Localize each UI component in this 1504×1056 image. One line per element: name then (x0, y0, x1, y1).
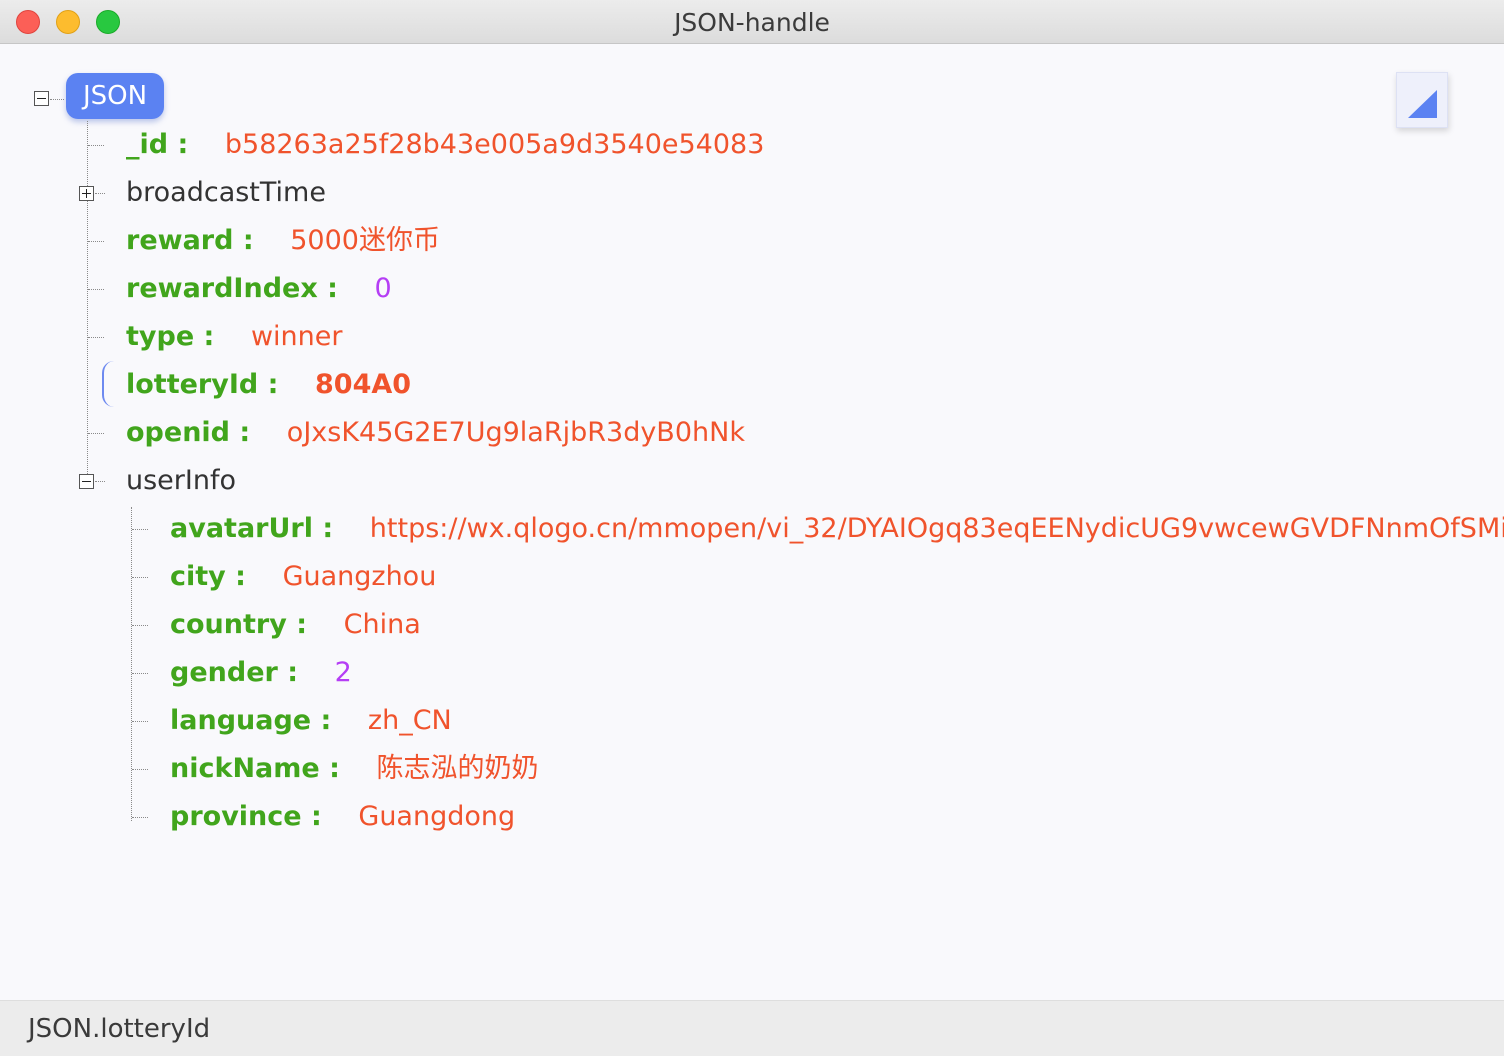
field-value: b58263a25f28b43e005a9d3540e54083 (224, 129, 765, 160)
tree-connector (88, 241, 104, 242)
field-value: Guangdong (358, 801, 516, 832)
tree-row-reward[interactable]: reward : 5000迷你币 (126, 221, 440, 261)
tree-row-openid[interactable]: openid : oJxsK45G2E7Ug9laRjbR3dyB0hNk (126, 413, 745, 453)
app-window: JSON-handle JSON _id : b58263a25f28b43e0… (0, 0, 1504, 1056)
tree-row-language[interactable]: language : zh_CN (170, 701, 452, 741)
field-value: 陈志泓的奶奶 (376, 753, 539, 784)
root-collapse-toggle[interactable] (34, 91, 49, 106)
field-key: city : (170, 561, 246, 592)
tree-row-province[interactable]: province : Guangdong (170, 797, 515, 837)
tree-connector (87, 121, 88, 482)
json-tree-view: JSON _id : b58263a25f28b43e005a9d3540e54… (0, 45, 1504, 1000)
tree-connector (132, 721, 148, 722)
selected-path: JSON.lotteryId (28, 1014, 211, 1044)
field-key: rewardIndex : (126, 273, 338, 304)
tree-connector (88, 289, 104, 290)
status-bar: JSON.lotteryId (0, 1000, 1504, 1056)
selection-indicator (102, 361, 116, 407)
field-key: nickName : (170, 753, 340, 784)
field-value: 0 (374, 273, 392, 304)
field-key: avatarUrl : (170, 513, 334, 544)
field-value: https://wx.qlogo.cn/mmopen/vi_32/DYAIOgq… (369, 513, 1504, 544)
tree-connector (132, 673, 148, 674)
tree-row-userinfo[interactable]: userInfo (126, 461, 236, 501)
userinfo-collapse-toggle[interactable] (79, 474, 94, 489)
field-value: 804A0 (315, 369, 412, 400)
tree-row-avatarurl[interactable]: avatarUrl : https://wx.qlogo.cn/mmopen/v… (170, 509, 1504, 549)
window-title: JSON-handle (674, 8, 830, 37)
field-key: lotteryId : (126, 369, 279, 400)
field-key: userInfo (126, 465, 236, 496)
tree-row-lotteryid-selected[interactable]: lotteryId : 804A0 (126, 365, 411, 405)
broadcasttime-expand-toggle[interactable] (79, 186, 94, 201)
field-key: reward : (126, 225, 254, 256)
field-value: oJxsK45G2E7Ug9laRjbR3dyB0hNk (286, 417, 745, 448)
tree-connector (95, 193, 105, 194)
tree-connector (132, 817, 148, 818)
field-value: Guangzhou (282, 561, 437, 592)
field-key: province : (170, 801, 322, 832)
tree-connector (88, 433, 104, 434)
tree-connector (132, 577, 148, 578)
collapse-corner-icon (1408, 90, 1437, 118)
tree-row-type[interactable]: type : winner (126, 317, 342, 357)
collapse-corner-button[interactable] (1396, 72, 1448, 128)
tree-row-nickname[interactable]: nickName : 陈志泓的奶奶 (170, 749, 539, 789)
tree-connector (95, 481, 105, 482)
field-value: 5000迷你币 (290, 225, 440, 256)
tree-row-rewardindex[interactable]: rewardIndex : 0 (126, 269, 392, 309)
field-key: broadcastTime (126, 177, 326, 208)
tree-connector (50, 99, 64, 100)
tree-connector (88, 337, 104, 338)
field-value: zh_CN (367, 705, 452, 736)
tree-row-country[interactable]: country : China (170, 605, 421, 645)
tree-row-gender[interactable]: gender : 2 (170, 653, 352, 693)
tree-connector (132, 769, 148, 770)
tree-row-broadcasttime[interactable]: broadcastTime (126, 173, 326, 213)
tree-connector (88, 145, 104, 146)
field-key: language : (170, 705, 332, 736)
field-key: openid : (126, 417, 251, 448)
field-value: 2 (334, 657, 352, 688)
title-bar: JSON-handle (0, 0, 1504, 44)
field-value: China (343, 609, 421, 640)
tree-row-city[interactable]: city : Guangzhou (170, 557, 436, 597)
tree-connector (132, 529, 148, 530)
field-key: type : (126, 321, 215, 352)
field-value: winner (250, 321, 343, 352)
tree-row-id[interactable]: _id : b58263a25f28b43e005a9d3540e54083 (126, 125, 764, 165)
field-key: _id : (126, 129, 189, 160)
tree-connector (132, 625, 148, 626)
tree-connector (131, 507, 132, 821)
root-node-label[interactable]: JSON (66, 73, 164, 119)
field-key: gender : (170, 657, 299, 688)
field-key: country : (170, 609, 308, 640)
